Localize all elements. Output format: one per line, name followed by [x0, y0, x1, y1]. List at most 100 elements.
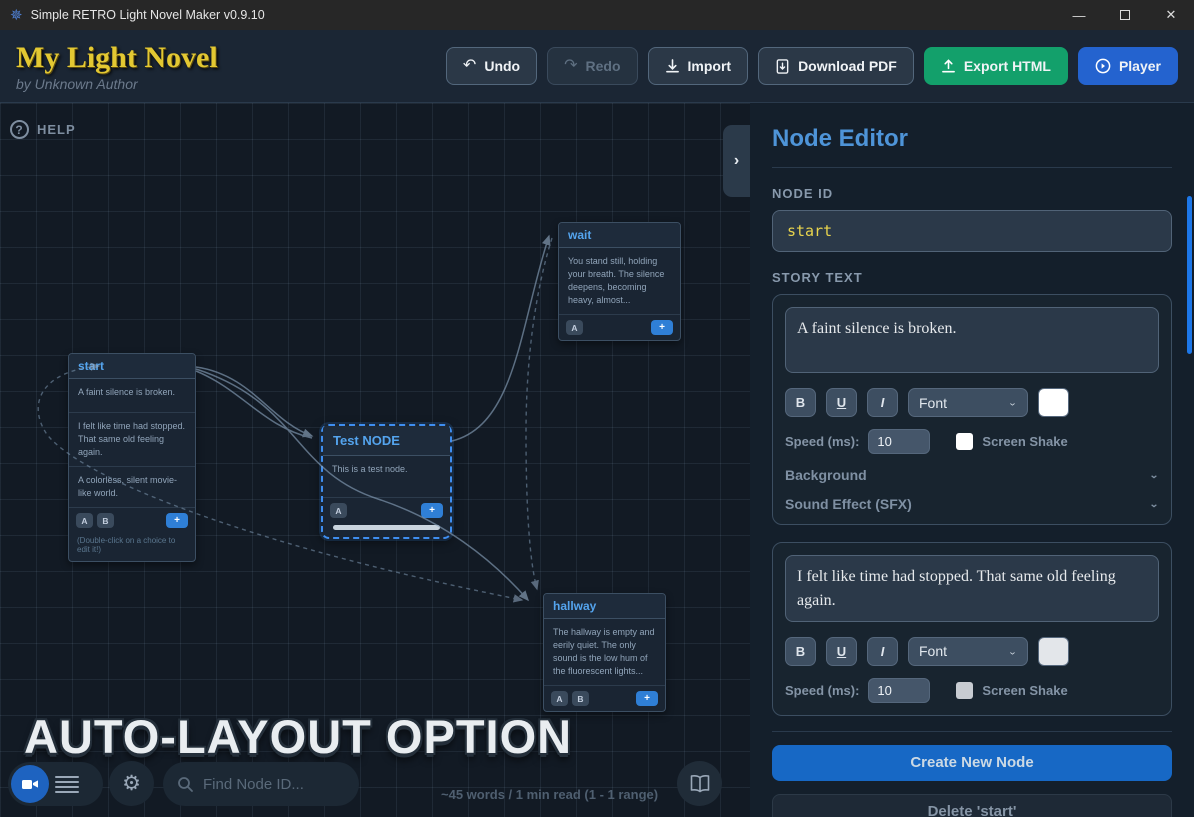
- node-wait-choices: A +: [559, 315, 680, 340]
- node-editor-panel: Node Editor NODE ID STORY TEXT A faint s…: [750, 103, 1194, 817]
- header-toolbar: ↶ Undo ↷ Redo Import Download PDF Export…: [445, 47, 1178, 85]
- choice-b-chip[interactable]: B: [97, 513, 114, 529]
- chevron-down-icon: ⌄: [1007, 646, 1017, 657]
- download-pdf-button[interactable]: Download PDF: [758, 47, 914, 85]
- screen-shake-checkbox[interactable]: [956, 681, 974, 699]
- divider: [772, 167, 1172, 168]
- bold-button[interactable]: B: [785, 388, 816, 418]
- edge-start-to-testnode-b: [195, 370, 313, 439]
- create-new-node-button[interactable]: Create New Node: [772, 744, 1172, 781]
- choice-a-chip[interactable]: A: [551, 691, 568, 707]
- add-choice-button[interactable]: +: [166, 513, 188, 529]
- gear-icon: ⚙: [122, 772, 141, 795]
- node-start[interactable]: start A faint silence is broken. I felt …: [68, 353, 196, 563]
- chevron-down-icon: ⌄: [1148, 498, 1159, 510]
- panel-collapse-handle[interactable]: ›: [723, 125, 750, 197]
- node-test-choices: A +: [323, 498, 450, 523]
- search-input[interactable]: [203, 775, 343, 793]
- node-test-text-1[interactable]: This is a test node.: [323, 456, 450, 498]
- screen-shake-checkbox[interactable]: [956, 433, 974, 451]
- node-start-text-3[interactable]: A colorless, silent movie-like world.: [69, 467, 195, 509]
- search-icon: [178, 776, 193, 792]
- redo-button[interactable]: ↷ Redo: [547, 47, 638, 85]
- app-header: My Light Novel by Unknown Author ↶ Undo …: [0, 30, 1194, 103]
- story-text-input-1[interactable]: A faint silence is broken.: [785, 307, 1159, 374]
- font-select[interactable]: Font ⌄: [908, 388, 1028, 418]
- text-color-swatch[interactable]: [1038, 388, 1069, 418]
- open-book-icon: [690, 774, 709, 792]
- minimize-button[interactable]: —: [1056, 0, 1102, 30]
- node-id-label: NODE ID: [772, 186, 834, 201]
- add-choice-button[interactable]: +: [651, 320, 673, 336]
- format-toolbar-2: B U I Font ⌄: [785, 636, 1159, 666]
- undo-button[interactable]: ↶ Undo: [445, 47, 538, 85]
- window-controls: — ✕: [1056, 0, 1194, 30]
- choice-a-chip[interactable]: A: [76, 513, 93, 529]
- export-icon: [941, 58, 956, 74]
- import-button[interactable]: Import: [647, 47, 749, 85]
- list-view-button[interactable]: [55, 775, 85, 793]
- chevron-right-icon: ›: [733, 152, 740, 169]
- node-test-title[interactable]: Test NODE: [323, 426, 450, 456]
- text-color-swatch[interactable]: [1038, 636, 1069, 666]
- speed-input[interactable]: [868, 677, 931, 703]
- screen-shake-label: Screen Shake: [982, 434, 1068, 450]
- node-start-text-1[interactable]: A faint silence is broken.: [69, 379, 195, 413]
- speed-label: Speed (ms):: [785, 434, 860, 450]
- settings-button[interactable]: ⚙: [109, 761, 154, 806]
- auto-layout-caption: AUTO-LAYOUT OPTION: [24, 710, 573, 763]
- play-circle-icon: [1095, 58, 1111, 74]
- choice-a-chip[interactable]: A: [330, 503, 347, 518]
- chevron-down-icon: ⌄: [1007, 398, 1017, 409]
- node-wait-title[interactable]: wait: [559, 223, 680, 248]
- font-select[interactable]: Font ⌄: [908, 636, 1028, 666]
- bold-button[interactable]: B: [785, 636, 816, 666]
- italic-button[interactable]: I: [867, 636, 898, 666]
- speed-row-1: Speed (ms): Screen Shake: [785, 429, 1159, 455]
- help-button[interactable]: ? HELP: [10, 120, 76, 139]
- panel-title: Node Editor: [772, 125, 908, 152]
- node-wait[interactable]: wait You stand still, holding your breat…: [558, 222, 681, 342]
- undo-icon: ↶: [462, 57, 477, 74]
- node-hallway[interactable]: hallway The hallway is empty and eerily …: [543, 593, 666, 713]
- node-start-hint: (Double-click on a choice to edit it!): [77, 536, 176, 555]
- speed-row-2: Speed (ms): Screen Shake: [785, 677, 1159, 703]
- edge-wait-to-hallway: [525, 237, 553, 591]
- story-book-button[interactable]: [677, 761, 722, 806]
- choice-a-chip[interactable]: A: [566, 320, 583, 336]
- speed-input[interactable]: [868, 429, 931, 455]
- maximize-button[interactable]: [1102, 0, 1148, 30]
- italic-button[interactable]: I: [867, 388, 898, 418]
- camera-view-button[interactable]: [11, 765, 49, 803]
- node-wait-text-1[interactable]: You stand still, holding your breath. Th…: [559, 248, 680, 316]
- add-choice-button[interactable]: +: [636, 691, 658, 707]
- story-block-2: I felt like time had stopped. That same …: [772, 542, 1172, 716]
- underline-button[interactable]: U: [826, 388, 857, 418]
- node-resize-handle[interactable]: [333, 525, 440, 530]
- app-title: Simple RETRO Light Novel Maker v0.9.10: [30, 8, 265, 22]
- story-text-input-2[interactable]: I felt like time had stopped. That same …: [785, 555, 1159, 622]
- export-html-button[interactable]: Export HTML: [923, 47, 1068, 85]
- node-start-title[interactable]: start: [69, 354, 195, 379]
- project-author: by Unknown Author: [16, 75, 138, 92]
- delete-node-button[interactable]: Delete 'start': [772, 793, 1172, 817]
- word-count-status: ~45 words / 1 min read (1 - 1 range): [441, 787, 659, 802]
- add-choice-button[interactable]: +: [421, 503, 443, 518]
- panel-scrollbar[interactable]: [1187, 196, 1192, 354]
- node-search[interactable]: [163, 762, 359, 806]
- choice-b-chip[interactable]: B: [572, 691, 589, 707]
- node-start-text-2[interactable]: I felt like time had stopped. That same …: [69, 413, 195, 468]
- node-hallway-choices: A B +: [544, 686, 665, 711]
- chevron-down-icon: ⌄: [1148, 469, 1159, 481]
- node-id-input[interactable]: [772, 210, 1172, 252]
- sfx-accordion[interactable]: Sound Effect (SFX) ⌄: [785, 496, 1159, 512]
- node-graph-canvas[interactable]: ? HELP start A faint silence is broken. …: [0, 103, 750, 817]
- node-test-node[interactable]: Test NODE This is a test node. A +: [321, 424, 452, 539]
- background-accordion[interactable]: Background ⌄: [785, 467, 1159, 483]
- player-button[interactable]: Player: [1077, 47, 1178, 85]
- node-hallway-text-1[interactable]: The hallway is empty and eerily quiet. T…: [544, 619, 665, 687]
- close-button[interactable]: ✕: [1148, 0, 1194, 30]
- story-block-1: A faint silence is broken. B U I Font ⌄ …: [772, 294, 1172, 526]
- underline-button[interactable]: U: [826, 636, 857, 666]
- node-hallway-title[interactable]: hallway: [544, 594, 665, 619]
